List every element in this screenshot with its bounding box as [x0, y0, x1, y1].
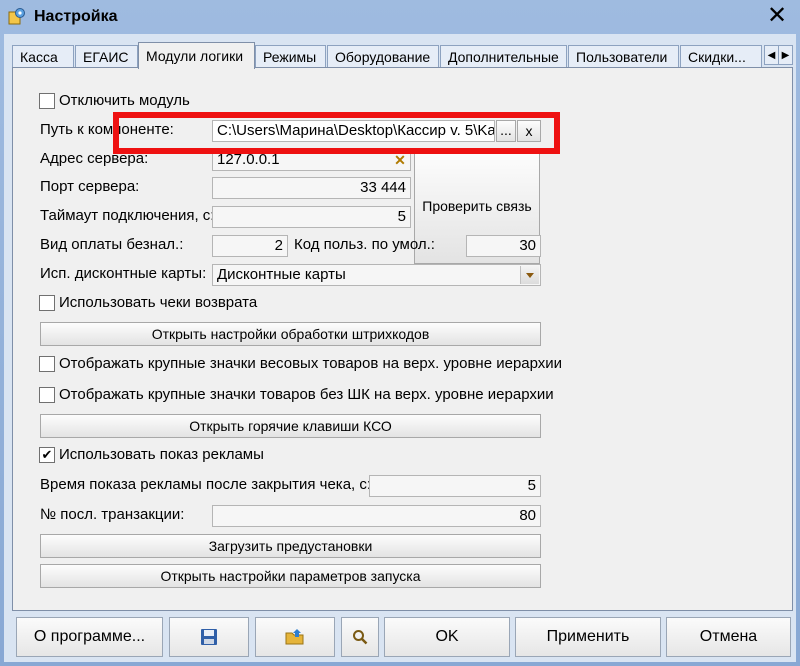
dialog-footer: О программе... OK Применить Отмена	[12, 617, 793, 657]
tab-additional[interactable]: Дополнительные	[440, 45, 567, 67]
return-receipts-label: Использовать чеки возврата	[59, 294, 258, 311]
tab-kassa[interactable]: Касса	[12, 45, 74, 67]
tab-egais[interactable]: ЕГАИС	[75, 45, 138, 67]
server-port-label: Порт сервера:	[40, 178, 140, 195]
save-button[interactable]	[169, 617, 249, 657]
disable-module-checkbox[interactable]	[39, 93, 55, 109]
ok-button[interactable]: OK	[384, 617, 510, 657]
about-button[interactable]: О программе...	[16, 617, 163, 657]
tab-discounts[interactable]: Скидки...	[680, 45, 762, 67]
floppy-disk-icon	[201, 629, 217, 645]
tab-modes[interactable]: Режимы	[255, 45, 326, 67]
chevron-down-icon[interactable]	[520, 266, 539, 284]
noncash-payment-label: Вид оплаты безнал.:	[40, 236, 184, 253]
tab-scroll-left-icon[interactable]: ◀	[764, 45, 779, 65]
last-transaction-input[interactable]: 80	[212, 505, 541, 527]
connect-timeout-input[interactable]: 5	[212, 206, 411, 228]
settings-window: Настройка ✕ Касса ЕГАИС Модули логики Ре…	[0, 0, 800, 666]
folder-upload-icon	[285, 629, 304, 645]
window-title: Настройка	[34, 8, 118, 25]
apply-button[interactable]: Применить	[515, 617, 661, 657]
title-bar: Настройка ✕	[0, 0, 800, 34]
open-file-button[interactable]	[255, 617, 335, 657]
large-icons-weight-label: Отображать крупные значки весовых товаро…	[59, 355, 563, 372]
load-presets-button[interactable]: Загрузить предустановки	[40, 534, 541, 558]
discount-cards-label: Исп. дисконтные карты:	[40, 265, 207, 282]
cancel-button[interactable]: Отмена	[666, 617, 791, 657]
tab-scroll-right-icon[interactable]: ▶	[778, 45, 793, 65]
return-receipts-checkbox[interactable]	[39, 295, 55, 311]
use-ads-checkbox[interactable]: ✔	[39, 447, 55, 463]
default-user-code-input[interactable]: 30	[466, 235, 541, 257]
magnifier-icon	[353, 630, 368, 645]
discount-cards-value: Дисконтные карты	[217, 266, 346, 283]
default-user-code-label: Код польз. по умол.:	[294, 236, 435, 253]
launch-params-button[interactable]: Открыть настройки параметров запуска	[40, 564, 541, 588]
tab-equipment[interactable]: Оборудование	[327, 45, 439, 67]
last-transaction-label: № посл. транзакции:	[40, 506, 185, 523]
use-ads-label: Использовать показ рекламы	[59, 446, 264, 463]
discount-cards-select[interactable]: Дисконтные карты	[212, 264, 541, 286]
settings-app-icon	[8, 8, 25, 25]
large-icons-no-barcode-checkbox[interactable]	[39, 387, 55, 403]
disable-module-label: Отключить модуль	[59, 92, 190, 109]
noncash-payment-input[interactable]: 2	[212, 235, 288, 257]
ads-time-label: Время показа рекламы после закрытия чека…	[40, 476, 372, 493]
server-port-input[interactable]: 33 444	[212, 177, 411, 199]
tab-strip: Касса ЕГАИС Модули логики Режимы Оборудо…	[12, 42, 793, 69]
connect-timeout-label: Таймаут подключения, с:	[40, 207, 215, 224]
ads-time-input[interactable]: 5	[369, 475, 541, 497]
large-icons-no-barcode-label: Отображать крупные значки товаров без ШК…	[59, 386, 554, 403]
tab-logic-modules[interactable]: Модули логики	[138, 42, 255, 69]
hotkeys-button[interactable]: Открыть горячие клавиши КСО	[40, 414, 541, 438]
barcode-settings-button[interactable]: Открыть настройки обработки штрихкодов	[40, 322, 541, 346]
search-button[interactable]	[341, 617, 379, 657]
large-icons-weight-checkbox[interactable]	[39, 356, 55, 372]
tab-users[interactable]: Пользователи	[568, 45, 679, 67]
close-icon[interactable]: ✕	[764, 3, 790, 29]
highlight-frame	[113, 112, 560, 154]
